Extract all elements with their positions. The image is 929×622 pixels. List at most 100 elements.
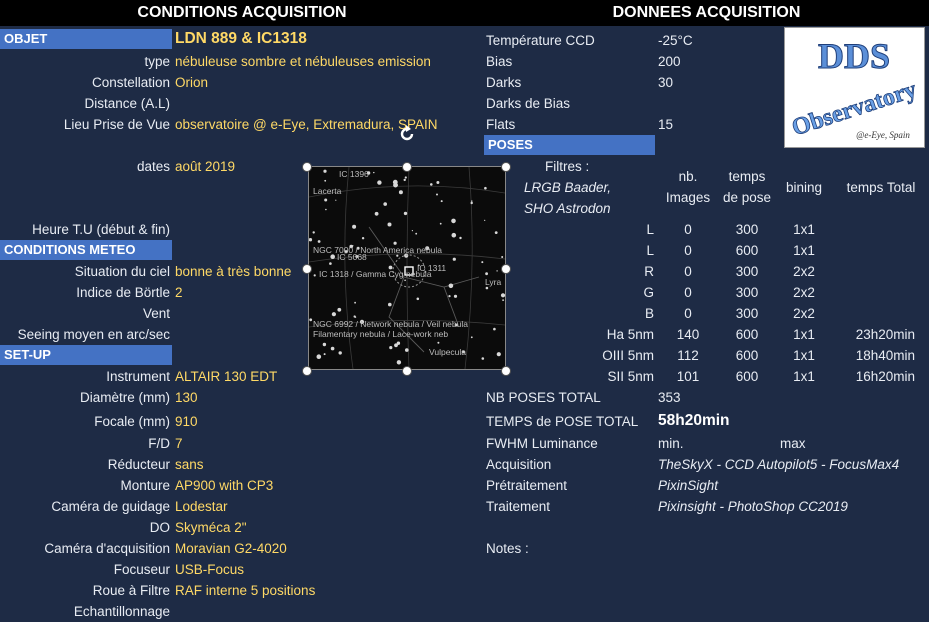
star xyxy=(324,198,328,202)
rotate-handle-icon[interactable] xyxy=(397,124,417,144)
star xyxy=(496,352,501,357)
star xyxy=(396,360,402,365)
resize-handle-e[interactable] xyxy=(501,264,511,274)
star xyxy=(374,211,379,216)
temps-total-label: TEMPS de POSE TOTAL xyxy=(486,414,639,429)
poses-row-4-bin: 2x2 xyxy=(793,306,815,321)
poses-row-1-temps: 600 xyxy=(735,243,759,258)
star xyxy=(416,297,420,301)
setup-row-2-label: Focale (mm) xyxy=(94,414,170,429)
setup-row-3-label: F/D xyxy=(148,436,170,451)
setup-row-1-value: 130 xyxy=(175,390,198,405)
star xyxy=(452,257,456,261)
star xyxy=(404,279,406,282)
resize-handle-sw[interactable] xyxy=(302,366,312,376)
acquisition-value: TheSkyX - CCD Autopilot5 - FocusMax4 xyxy=(658,457,900,472)
map-label: IC 1318 / Gamma Cyg nebula xyxy=(319,269,432,279)
star xyxy=(484,219,486,221)
poses-row-2-filter: R xyxy=(644,264,654,279)
star-map-image[interactable]: IC 1396 Lacerta NGC 7000 / North America n… xyxy=(308,166,506,370)
star xyxy=(493,327,496,331)
star xyxy=(415,232,418,235)
constellation-line xyxy=(388,276,425,353)
resize-handle-n[interactable] xyxy=(402,162,412,172)
star xyxy=(500,293,506,298)
section-meteo: CONDITIONS METEO xyxy=(0,240,172,260)
poses-row-6-nb: 112 xyxy=(677,348,699,363)
setup-row-6-value: Lodestar xyxy=(175,499,228,514)
meteo-row-0-label: Situation du ciel xyxy=(74,264,170,279)
resize-handle-ne[interactable] xyxy=(501,162,511,172)
poses-row-4-temps: 300 xyxy=(735,306,759,321)
section-poses: POSES xyxy=(484,135,655,155)
dds-observatory-logo: DDS Observatory @e-Eye, Spain xyxy=(784,27,925,148)
donnees-row-1-value: 200 xyxy=(658,54,681,69)
setup-row-2-value: 910 xyxy=(175,414,198,429)
meteo-row-1-value: 2 xyxy=(175,285,183,300)
poses-row-1-nb: 0 xyxy=(684,243,692,258)
section-objet: OBJET xyxy=(0,29,172,49)
star xyxy=(354,301,356,304)
objet-row-4-label: dates xyxy=(136,159,170,174)
setup-row-10-value: RAF interne 5 positions xyxy=(175,583,316,598)
map-label: IC 5068 xyxy=(337,252,367,262)
poses-row-2-nb: 0 xyxy=(684,264,692,279)
objet-row-2-label: Distance (A.L) xyxy=(84,96,170,111)
resize-handle-se[interactable] xyxy=(501,366,511,376)
map-label: IC 1311 xyxy=(417,263,446,273)
star xyxy=(337,307,342,312)
poses-row-7-filter: SII 5nm xyxy=(607,369,654,384)
star xyxy=(404,176,407,179)
star xyxy=(323,353,326,356)
resize-handle-nw[interactable] xyxy=(302,162,312,172)
poses-row-7-bin: 1x1 xyxy=(793,369,815,384)
star xyxy=(377,180,382,185)
fwhm-label: FWHM Luminance xyxy=(486,436,598,451)
poses-row-6-total: 18h40min xyxy=(855,348,915,363)
resize-handle-s[interactable] xyxy=(402,366,412,376)
pretraitement-label: Prétraitement xyxy=(486,478,568,493)
notes-label: Notes : xyxy=(486,541,529,556)
objet-row-5-label: Heure T.U (début & fin) xyxy=(32,222,170,237)
donnees-row-1-label: Bias xyxy=(486,54,513,69)
poses-row-5-temps: 600 xyxy=(735,327,759,342)
star xyxy=(481,261,484,264)
objet-row-4-value: août 2019 xyxy=(175,159,236,174)
fwhm-max: max xyxy=(780,436,806,451)
object-title: LDN 889 & IC1318 xyxy=(175,30,307,47)
setup-row-7-value: Skyméca 2" xyxy=(175,520,247,535)
map-label: Lyra xyxy=(485,277,501,287)
donnees-row-4-label: Flats xyxy=(486,117,516,132)
map-label: Vulpecula xyxy=(429,347,466,357)
setup-row-5-value: AP900 with CP3 xyxy=(175,478,274,493)
map-grid-line xyxy=(464,166,473,370)
meteo-row-3-label: Seeing moyen en arc/sec xyxy=(17,327,170,342)
star xyxy=(373,171,375,174)
poses-row-7-temps: 600 xyxy=(735,369,759,384)
star xyxy=(448,295,451,298)
star xyxy=(436,193,438,196)
setup-row-9-value: USB-Focus xyxy=(175,562,245,577)
col-temps-2: de pose xyxy=(722,190,772,205)
star xyxy=(329,262,332,265)
col-temps-1: temps xyxy=(728,169,766,184)
map-label: IC 1396 xyxy=(339,169,369,179)
star xyxy=(317,240,321,243)
poses-row-0-temps: 300 xyxy=(735,222,759,237)
star xyxy=(353,315,356,318)
poses-row-2-temps: 300 xyxy=(735,264,759,279)
star xyxy=(470,201,473,205)
poses-row-1-bin: 1x1 xyxy=(793,243,815,258)
setup-row-1-label: Diamètre (mm) xyxy=(80,390,170,405)
star xyxy=(448,283,454,289)
star xyxy=(389,346,393,350)
poses-row-0-bin: 1x1 xyxy=(793,222,815,237)
setup-row-0-label: Instrument xyxy=(106,369,170,384)
traitement-value: Pixinsight - PhotoShop CC2019 xyxy=(658,499,848,514)
star xyxy=(403,211,408,216)
star xyxy=(322,342,327,347)
star xyxy=(324,179,327,182)
fwhm-min: min. xyxy=(658,436,684,451)
poses-row-3-filter: G xyxy=(643,285,654,300)
resize-handle-w[interactable] xyxy=(302,264,312,274)
